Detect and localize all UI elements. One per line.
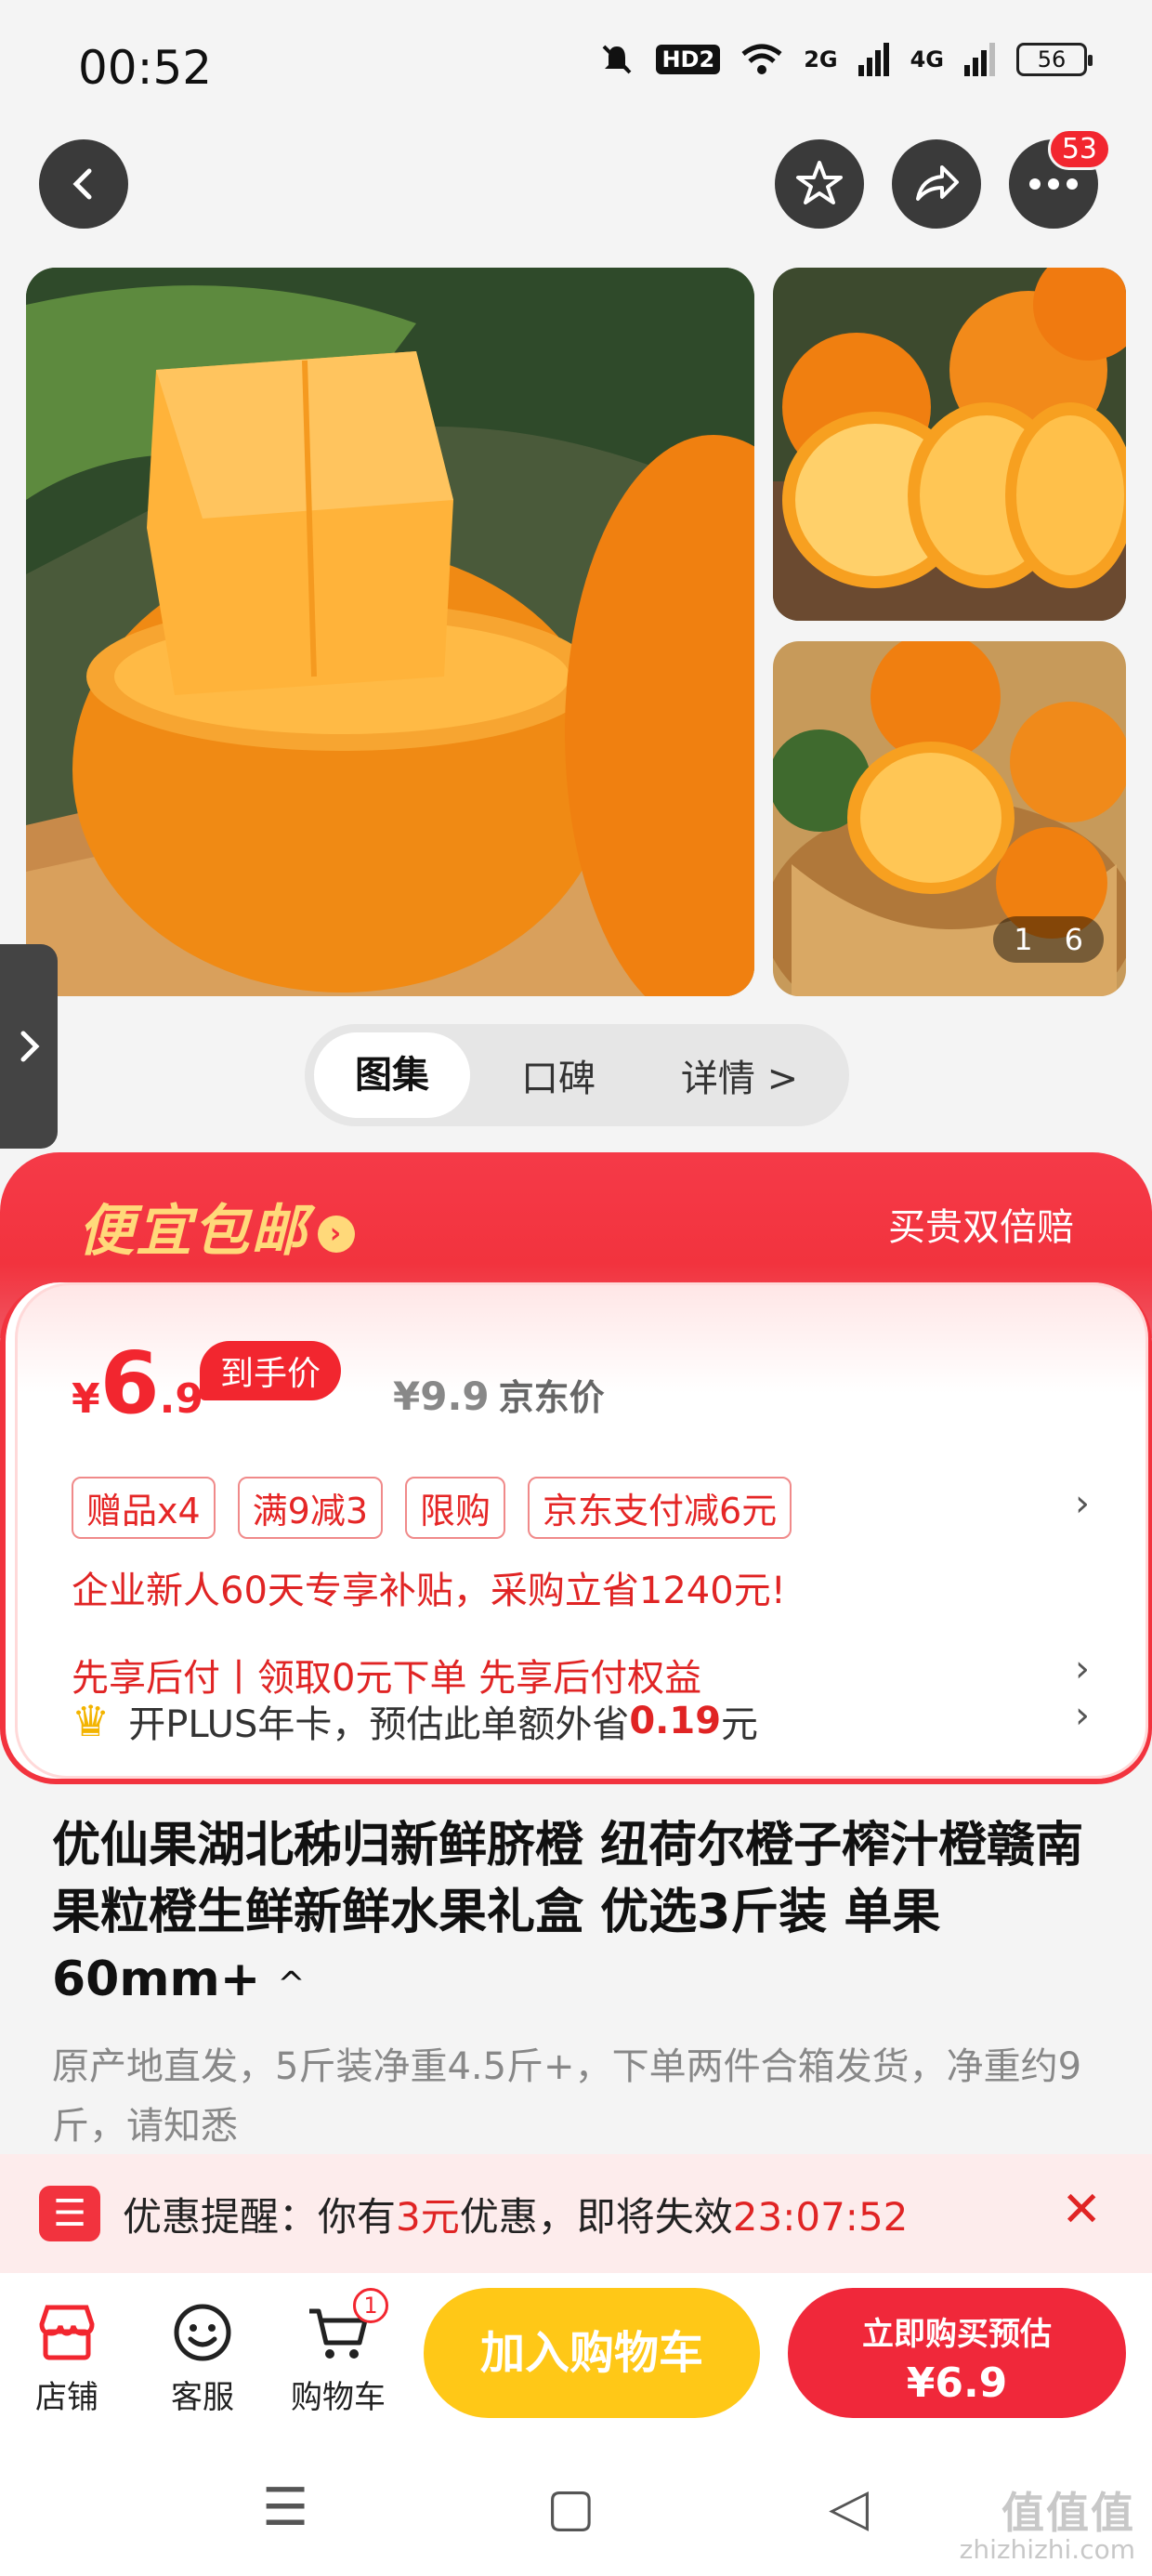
reminder-text: 优惠提醒：你有3元优惠，即将失效23:07:52 [123,2186,908,2242]
price-integer: 6 [99,1334,160,1433]
price-guarantee-link[interactable]: 买贵双倍赔 [888,1197,1074,1251]
final-price-badge: 到手价 [200,1341,342,1400]
promo-tag: 赠品x4 [72,1477,216,1539]
product-title-text: 优仙果湖北秭归新鲜脐橙 纽荷尔橙子榨汁橙赣南果粒橙生鲜新鲜水果礼盒 优选3斤装 … [52,1818,1084,2007]
add-to-cart-button[interactable]: 加入购物车 [424,2288,760,2418]
bottom-action-bar: 店铺 客服 1 购物车 加入购物车 立即购买预估 ¥6.9 [0,2273,1152,2450]
chevron-right-icon [20,1031,40,1062]
promo-panel: 便宜包邮 › 买贵双倍赔 ¥ 6 .9 到手价 ¥9.9 京东价 赠品x4 满9减3… [0,1152,1152,1784]
more-button[interactable]: 53 [1009,128,1111,229]
hd-voice-icon: HD2 [656,45,721,74]
favorite-button[interactable] [775,139,864,229]
system-navigation-bar: ☰ ▢ ◁ 值值值 zhizhizhi.com [0,2450,1152,2576]
chevron-right-icon[interactable]: › [1075,1482,1090,1525]
enterprise-subsidy-text: 企业新人60天专享补贴，采购立省1240元! [72,1570,786,1612]
tab-reviews[interactable]: 口碑 [470,1048,647,1102]
cart-label: 购物车 [291,2379,386,2416]
promo-title-text: 便宜包邮 [78,1199,308,1264]
wifi-icon [741,44,782,74]
cart-button[interactable]: 1 购物车 [282,2288,394,2417]
chevron-left-icon [72,168,92,200]
price-decimal: .9 [159,1375,203,1423]
message-count-badge: 53 [1047,128,1111,170]
price-card: ¥ 6 .9 到手价 ¥9.9 京东价 赠品x4 满9减3 限购 京东支付减6元 … [0,1282,1152,1784]
shop-button[interactable]: 店铺 [11,2292,123,2417]
chevron-up-icon[interactable]: ^ [277,1965,305,2004]
promo-tags[interactable]: 赠品x4 满9减3 限购 京东支付减6元 [72,1477,792,1539]
status-time: 00:52 [78,41,213,95]
price-card-inner: ¥ 6 .9 到手价 ¥9.9 京东价 赠品x4 满9减3 限购 京东支付减6元 … [15,1282,1148,1779]
back-button[interactable] [39,139,128,229]
signal-icon-2 [964,43,995,76]
battery-icon: 56 [1016,43,1093,76]
main-product-image[interactable] [26,268,754,996]
crown-icon: ♛ [72,1696,111,1746]
jd-price-label: 京东价 [498,1377,605,1418]
close-icon[interactable]: ✕ [1061,2182,1102,2238]
promo-tag: 京东支付减6元 [528,1477,792,1539]
plus-unit: 元 [721,1703,759,1746]
thumbnail-image-2[interactable]: 1 6 [773,641,1126,996]
promo-tag: 满9减3 [237,1477,384,1539]
thumbnail-image-1[interactable] [773,268,1126,621]
tab-gallery[interactable]: 图集 [314,1032,470,1118]
share-icon [916,165,959,201]
network-4g-label: 4G [910,46,944,72]
cart-count-badge: 1 [353,2288,388,2323]
network-2g-label: 2G [804,46,838,72]
service-smile-icon [147,2292,258,2366]
buy-now-button[interactable]: 立即购买预估 ¥6.9 [788,2288,1126,2418]
page-total: 6 [1064,922,1083,957]
reminder-prefix: 优惠提醒：你有 [123,2193,397,2240]
side-drawer-tab[interactable] [0,944,58,1149]
shop-icon [11,2292,123,2366]
chevron-right-circle-icon: › [318,1216,355,1254]
price-currency: ¥ [72,1375,100,1423]
chevron-right-icon[interactable]: › [1075,1694,1090,1737]
jd-price: ¥9.9 京东价 [393,1369,605,1420]
plus-saving-amount: 0.19 [629,1700,722,1742]
tab-details[interactable]: 详情 > [647,1048,832,1102]
home-square-icon[interactable]: ▢ [546,2477,596,2538]
service-label: 客服 [171,2379,234,2416]
plus-membership-link[interactable]: ♛ 开PLUS年卡，预估此单额外省 0.19 元 [72,1694,758,1748]
buy-now-label: 立即购买预估 [862,2316,1052,2353]
reminder-middle: 优惠，即将失效 [459,2193,733,2240]
content-tabs: 图集 口碑 详情 > [305,1024,849,1126]
customer-service-button[interactable]: 客服 [147,2292,258,2417]
status-bar: 00:52 HD2 2G 4G 56 [0,0,1152,130]
jd-price-value: ¥9.9 [393,1373,490,1419]
page-current: 1 [1014,922,1033,957]
promo-title[interactable]: 便宜包邮 › [78,1186,355,1267]
signal-icon [857,43,889,76]
promo-tag: 限购 [405,1477,506,1539]
shop-label: 店铺 [35,2379,98,2416]
mute-icon [603,45,632,74]
coupon-icon: ☰ [39,2186,100,2241]
plus-text: 开PLUS年卡，预估此单额外省 [128,1703,630,1746]
share-button[interactable] [892,139,981,229]
buy-now-price: ¥6.9 [906,2359,1008,2407]
more-dots-icon [1029,178,1078,190]
back-triangle-icon[interactable]: ◁ [829,2477,869,2538]
watermark: 值值值 zhizhizhi.com [960,2490,1135,2565]
watermark-logo: 值值值 [1001,2487,1135,2538]
watermark-url: zhizhizhi.com [959,2534,1135,2566]
status-icons: HD2 2G 4G 56 [598,41,1093,78]
reminder-amount: 3元 [396,2193,460,2240]
product-description: 原产地直发，5斤装净重4.5斤+，下单两件合箱发货，净重约9斤，请知悉 [52,2045,1082,2148]
star-icon [796,161,843,204]
menu-lines-icon[interactable]: ☰ [262,2477,308,2538]
product-title: 优仙果湖北秭归新鲜脐橙 纽荷尔橙子榨汁橙赣南果粒橙生鲜新鲜水果礼盒 优选3斤装 … [52,1812,1111,2018]
chevron-right-icon[interactable]: › [1075,1648,1090,1690]
final-price: ¥ 6 .9 [72,1341,203,1426]
reminder-countdown: 23:07:52 [732,2193,909,2240]
image-page-indicator: 1 6 [993,916,1104,963]
coupon-reminder-bar[interactable]: ☰ 优惠提醒：你有3元优惠，即将失效23:07:52 ✕ [0,2154,1152,2273]
